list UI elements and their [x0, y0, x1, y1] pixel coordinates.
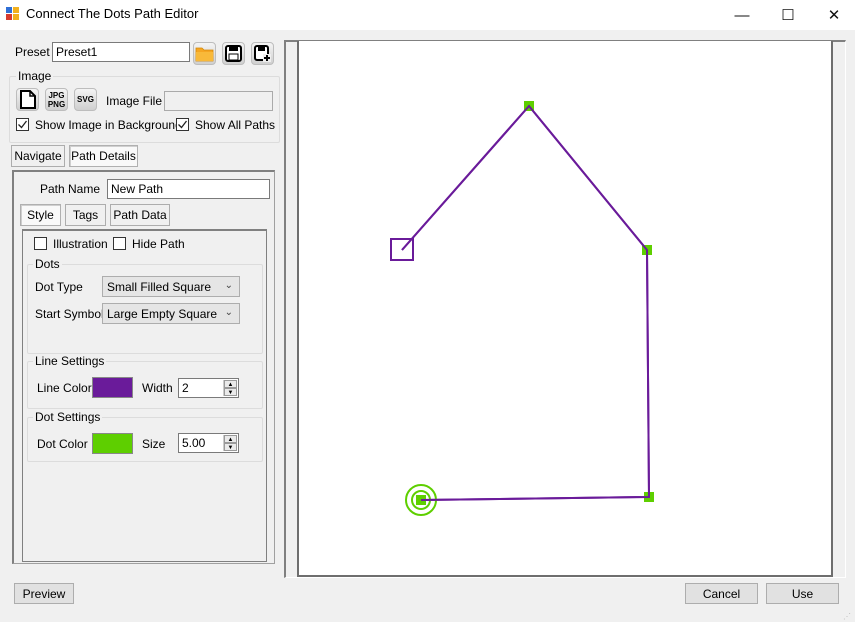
width-value: 2 — [182, 381, 189, 395]
line-color-swatch[interactable] — [92, 377, 133, 398]
open-preset-button[interactable] — [193, 42, 216, 65]
dot-type-select[interactable]: Small Filled Square ⌄ — [102, 276, 240, 297]
show-image-bg-checkbox[interactable] — [16, 118, 29, 131]
folder-icon — [195, 47, 214, 61]
hide-path-checkbox[interactable] — [113, 237, 126, 250]
cancel-button[interactable]: Cancel — [685, 583, 758, 604]
dot-color-swatch[interactable] — [92, 433, 133, 454]
line-settings-label: Line Settings — [33, 354, 107, 368]
svg-icon: SVG — [77, 95, 94, 104]
window-title: Connect The Dots Path Editor — [26, 6, 199, 21]
jpg-png-icon: JPG PNG — [47, 90, 66, 109]
start-symbol-label: Start Symbol — [35, 307, 104, 321]
maximize-button[interactable]: ☐ — [765, 0, 811, 30]
spin-down-icon[interactable]: ▼ — [224, 388, 237, 396]
path-name-label: Path Name — [40, 182, 101, 196]
maximize-icon: ☐ — [781, 7, 795, 24]
image-file-input[interactable] — [164, 91, 273, 111]
svg-button[interactable]: SVG — [74, 88, 97, 111]
floppy-disk-plus-icon — [254, 45, 271, 62]
tab-path-data[interactable]: Path Data — [110, 204, 170, 226]
checkmark-icon — [18, 120, 28, 129]
minimize-icon: — — [734, 6, 750, 24]
dot-type-label: Dot Type — [35, 280, 83, 294]
save-preset-button[interactable] — [222, 42, 245, 65]
minimize-button[interactable]: — — [719, 0, 765, 30]
floppy-disk-icon — [225, 45, 242, 62]
dot-type-value: Small Filled Square — [107, 279, 212, 294]
path-drawing — [390, 101, 654, 516]
width-stepper[interactable]: 2 ▲ ▼ — [178, 378, 239, 398]
start-symbol-select[interactable]: Large Empty Square ⌄ — [102, 303, 240, 324]
checkmark-icon — [178, 120, 188, 129]
start-symbol-value: Large Empty Square — [107, 306, 218, 321]
size-value: 5.00 — [182, 436, 206, 450]
close-button[interactable]: ✕ — [811, 0, 855, 30]
show-all-paths-label: Show All Paths — [195, 118, 276, 132]
dot-settings-label: Dot Settings — [33, 410, 103, 424]
path-line-overlay — [401, 104, 651, 501]
spin-up-icon[interactable]: ▲ — [224, 380, 237, 388]
drawing-canvas[interactable] — [297, 41, 833, 577]
size-spin-buttons[interactable]: ▲ ▼ — [223, 435, 237, 451]
show-image-bg-label: Show Image in Background — [35, 118, 182, 132]
resize-grip[interactable]: ⋰ — [843, 612, 853, 621]
path-name-input[interactable]: New Path — [107, 179, 270, 199]
tab-navigate[interactable]: Navigate — [11, 145, 65, 167]
spin-down-icon[interactable]: ▼ — [224, 443, 237, 451]
dot-color-label: Dot Color — [37, 437, 88, 451]
size-label: Size — [142, 437, 166, 451]
blank-page-icon — [19, 90, 36, 109]
show-all-paths-checkbox[interactable] — [176, 118, 189, 131]
tab-style[interactable]: Style — [20, 204, 61, 226]
chevron-down-icon: ⌄ — [224, 280, 233, 291]
size-stepper[interactable]: 5.00 ▲ ▼ — [178, 433, 239, 453]
jpg-png-button[interactable]: JPG PNG — [45, 88, 68, 111]
save-preset-as-button[interactable] — [251, 42, 274, 65]
image-file-label: Image File — [106, 94, 163, 108]
dots-group-label: Dots — [33, 257, 62, 271]
tab-tags[interactable]: Tags — [65, 204, 106, 226]
path-line — [401, 104, 651, 501]
preview-button[interactable]: Preview — [14, 583, 74, 604]
chevron-down-icon: ⌄ — [224, 307, 233, 318]
title-bar: Connect The Dots Path Editor — ☐ ✕ — [0, 0, 855, 30]
preset-label: Preset — [15, 45, 50, 59]
tab-path-details[interactable]: Path Details — [69, 145, 138, 167]
preset-input[interactable]: Preset1 — [52, 42, 190, 62]
width-spin-buttons[interactable]: ▲ ▼ — [223, 380, 237, 396]
hide-path-label: Hide Path — [132, 237, 185, 251]
new-image-button[interactable] — [16, 88, 39, 111]
illustration-label: Illustration — [53, 237, 108, 251]
image-group-label: Image — [16, 69, 54, 83]
line-color-label: Line Color — [37, 381, 92, 395]
app-icon — [6, 7, 20, 21]
close-icon: ✕ — [827, 7, 841, 24]
spin-up-icon[interactable]: ▲ — [224, 435, 237, 443]
use-button[interactable]: Use — [766, 583, 839, 604]
width-label: Width — [142, 381, 173, 395]
illustration-checkbox[interactable] — [34, 237, 47, 250]
